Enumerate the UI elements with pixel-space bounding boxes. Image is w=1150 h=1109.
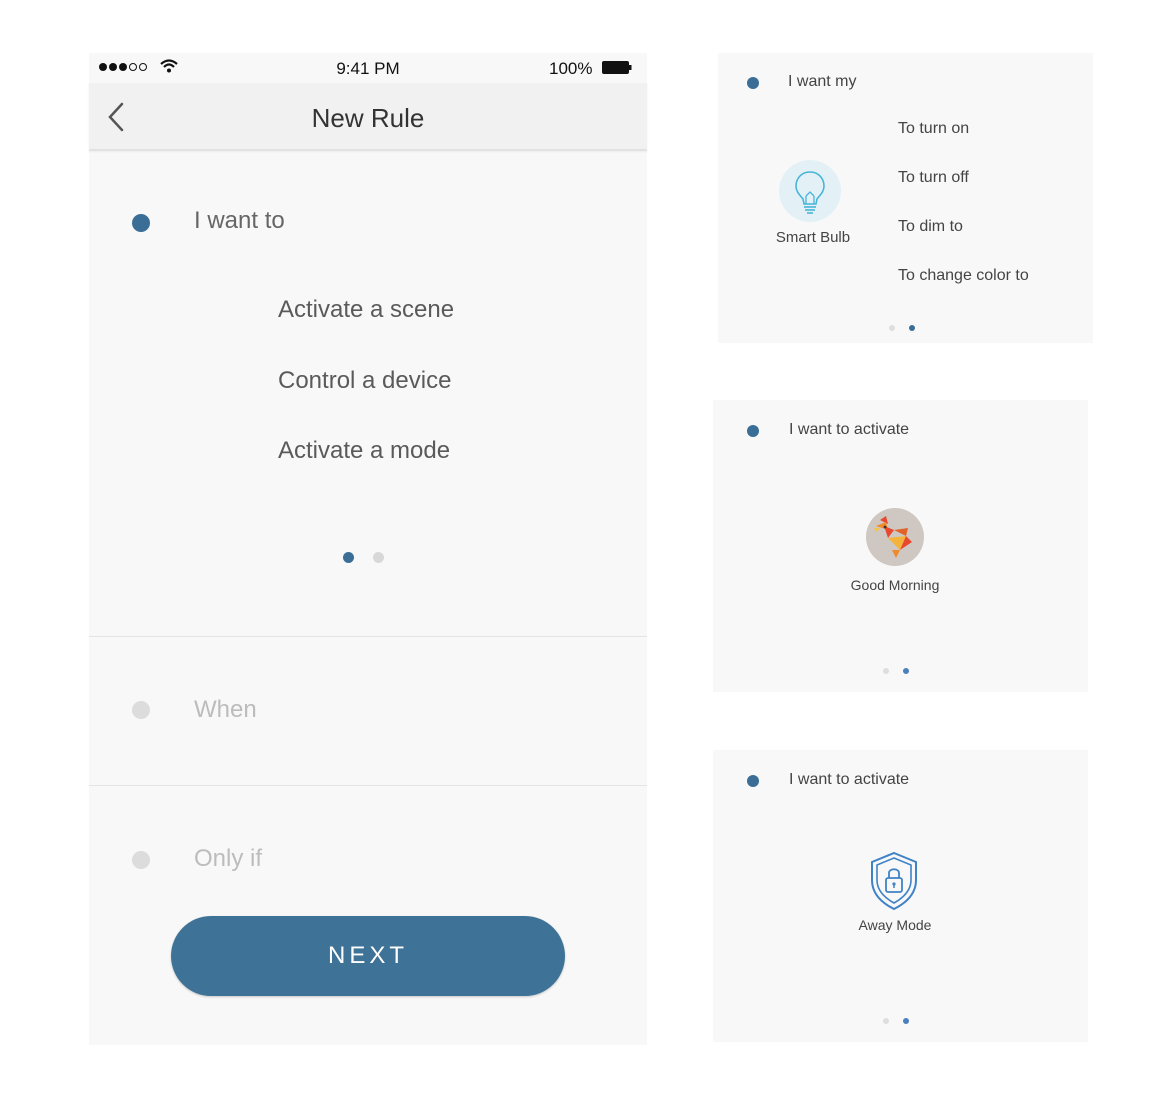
option-activate-mode[interactable]: Activate a mode (278, 437, 450, 465)
step-label-when[interactable]: When (194, 696, 257, 724)
device-name: Smart Bulb (775, 229, 851, 246)
step-label-only-if[interactable]: Only if (194, 845, 262, 873)
step-indicator-active (747, 425, 759, 437)
battery-percent: 100% (549, 59, 593, 78)
step-label-i-want-to: I want to (194, 207, 285, 234)
next-button[interactable]: NEXT (171, 916, 565, 996)
battery-icon (602, 61, 632, 74)
page-indicator (889, 325, 915, 331)
page-dot-active (343, 552, 354, 563)
mode-name: Away Mode (858, 917, 932, 933)
page-indicator (883, 1018, 909, 1024)
scene-name: Good Morning (850, 577, 940, 593)
step-indicator-only-if (132, 851, 150, 869)
nav-bar: New Rule (89, 83, 647, 151)
card-title: I want to activate (789, 421, 910, 438)
page-dot (883, 668, 889, 674)
action-turn-off[interactable]: To turn off (898, 169, 969, 187)
device-avatar[interactable] (779, 160, 841, 222)
shield-lock-icon[interactable] (866, 850, 922, 912)
action-change-color[interactable]: To change color to (898, 267, 1029, 285)
phone-screen: 9:41 PM 100% New Rule I want to Activate… (89, 53, 647, 1045)
divider (89, 636, 647, 637)
page-dot (883, 1018, 889, 1024)
page-dot-active (909, 325, 915, 331)
step-indicator-active (747, 77, 759, 89)
step-indicator-active (747, 775, 759, 787)
step-indicator-when (132, 701, 150, 719)
rooster-icon (874, 516, 912, 558)
page-indicator (343, 552, 384, 563)
scene-card: I want to activate Good Morning (713, 400, 1088, 692)
page-dot-active (903, 1018, 909, 1024)
page-dot (373, 552, 384, 563)
action-turn-on[interactable]: To turn on (898, 120, 969, 138)
page-indicator (883, 668, 909, 674)
option-control-device[interactable]: Control a device (278, 367, 451, 395)
page-title: New Rule (311, 103, 425, 133)
step-indicator-active (132, 214, 150, 232)
action-dim-to[interactable]: To dim to (898, 218, 963, 236)
card-title: I want to activate (789, 771, 910, 788)
option-activate-scene[interactable]: Activate a scene (278, 296, 454, 324)
mode-card: I want to activate Away Mode (713, 750, 1088, 1042)
status-bar: 9:41 PM 100% (89, 53, 647, 83)
page-dot (889, 325, 895, 331)
device-actions-card: I want my Smart Bulb To turn on To turn … (718, 53, 1093, 343)
page-dot-active (903, 668, 909, 674)
scene-avatar[interactable] (866, 508, 924, 566)
divider (89, 785, 647, 786)
lightbulb-icon (795, 171, 825, 214)
card-title: I want my (788, 73, 857, 90)
